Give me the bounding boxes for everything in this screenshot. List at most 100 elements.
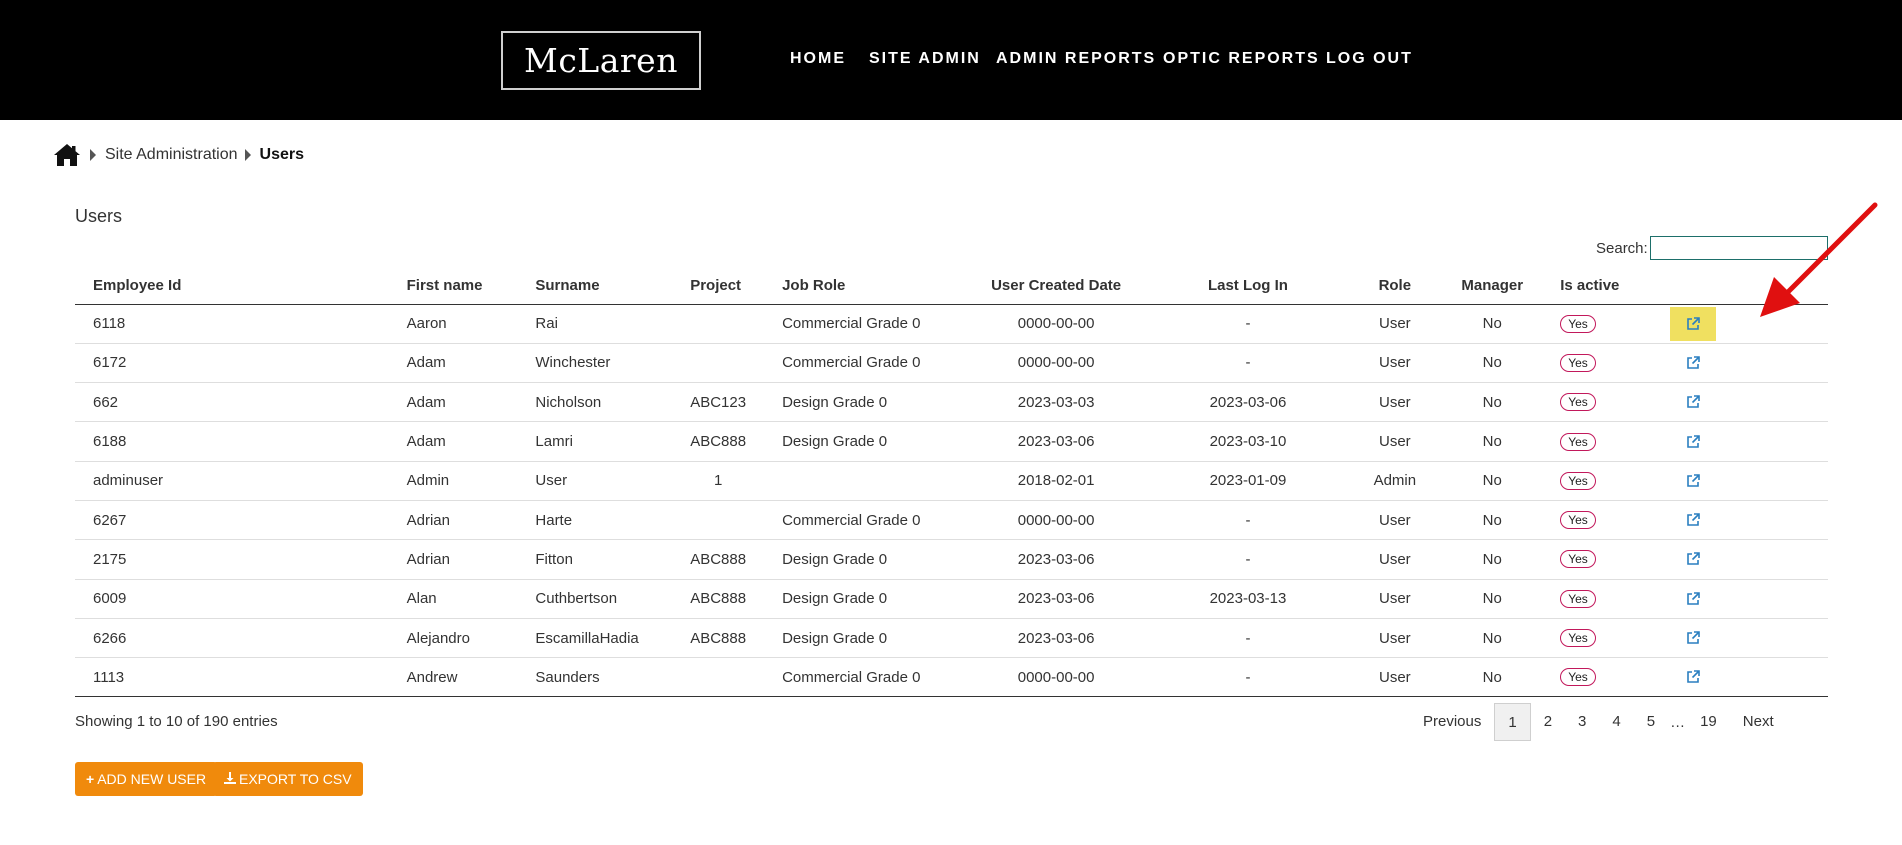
cell-manager: No bbox=[1442, 500, 1543, 541]
cell-manager: No bbox=[1442, 618, 1543, 659]
external-link-icon[interactable] bbox=[1670, 346, 1716, 380]
cell-job-role: Commercial Grade 0 bbox=[764, 657, 964, 698]
external-link-icon[interactable] bbox=[1670, 660, 1716, 694]
plus-icon: + bbox=[86, 771, 95, 787]
cell-manager: No bbox=[1442, 304, 1543, 344]
external-link-icon[interactable] bbox=[1670, 503, 1716, 537]
external-link-icon[interactable] bbox=[1670, 464, 1716, 498]
cell-job-role bbox=[764, 461, 964, 501]
table-row: 6266 Alejandro EscamillaHadia ABC888 Design … bbox=[75, 618, 1828, 659]
col-last-log-in[interactable]: Last Log In bbox=[1148, 268, 1348, 305]
cell-employee-id: 2175 bbox=[75, 539, 389, 580]
cell-project bbox=[672, 657, 765, 698]
pagination-page-4[interactable]: 4 bbox=[1599, 703, 1633, 741]
external-link-icon[interactable] bbox=[1670, 621, 1716, 655]
pagination-ellipsis: … bbox=[1670, 713, 1686, 731]
nav-optic-reports[interactable]: OPTIC REPORTS bbox=[1163, 50, 1320, 68]
export-to-csv-button[interactable]: EXPORT TO CSV bbox=[213, 762, 363, 796]
col-user-created-date[interactable]: User Created Date bbox=[963, 268, 1149, 305]
cell-role: User bbox=[1347, 657, 1443, 698]
pagination-next[interactable]: Next bbox=[1730, 703, 1787, 741]
cell-employee-id: 6188 bbox=[75, 421, 389, 462]
cell-surname: Cuthbertson bbox=[517, 579, 673, 619]
nav-site-admin[interactable]: SITE ADMIN bbox=[869, 50, 981, 68]
external-link-icon[interactable] bbox=[1670, 582, 1716, 616]
status-badge: Yes bbox=[1560, 629, 1596, 648]
cell-surname: Harte bbox=[517, 500, 673, 541]
cell-is-active: Yes bbox=[1542, 657, 1643, 698]
col-role[interactable]: Role bbox=[1347, 268, 1443, 305]
external-link-icon[interactable] bbox=[1670, 385, 1716, 419]
table-row: 662 Adam Nicholson ABC123 Design Grade 0 2023… bbox=[75, 382, 1828, 423]
cell-last-log-in: 2023-01-09 bbox=[1148, 461, 1348, 501]
cell-project bbox=[672, 304, 765, 344]
search-label: Search: bbox=[1596, 240, 1648, 257]
cell-user-created-date: 0000-00-00 bbox=[963, 657, 1149, 698]
pagination-page-1[interactable]: 1 bbox=[1494, 703, 1531, 741]
breadcrumb-separator-icon bbox=[90, 149, 96, 161]
cell-project: ABC888 bbox=[672, 618, 765, 659]
cell-employee-id: 6009 bbox=[75, 579, 389, 619]
cell-actions bbox=[1642, 500, 1828, 541]
add-new-user-button[interactable]: + ADD NEW USER bbox=[75, 762, 218, 796]
status-badge: Yes bbox=[1560, 353, 1596, 372]
cell-project: ABC888 bbox=[672, 539, 765, 580]
cell-last-log-in: - bbox=[1148, 539, 1348, 580]
cell-role: User bbox=[1347, 579, 1443, 619]
breadcrumb-current: Users bbox=[259, 146, 304, 163]
pagination-page-3[interactable]: 3 bbox=[1565, 703, 1599, 741]
col-is-active[interactable]: Is active bbox=[1542, 268, 1643, 305]
cell-is-active: Yes bbox=[1542, 343, 1643, 384]
pagination-page-5[interactable]: 5 bbox=[1634, 703, 1668, 741]
cell-employee-id: 1113 bbox=[75, 657, 389, 698]
cell-role: Admin bbox=[1347, 461, 1443, 501]
users-table-body: 6118 Aaron Rai Commercial Grade 0 0000-00-00… bbox=[75, 304, 1828, 698]
status-badge: Yes bbox=[1560, 589, 1596, 608]
table-row: 6172 Adam Winchester Commercial Grade 0 0000… bbox=[75, 343, 1828, 384]
cell-actions bbox=[1642, 421, 1828, 462]
col-job-role[interactable]: Job Role bbox=[764, 268, 964, 305]
table-row: 6009 Alan Cuthbertson ABC888 Design Grade 02… bbox=[75, 579, 1828, 619]
status-badge: Yes bbox=[1560, 668, 1596, 687]
cell-role: User bbox=[1347, 539, 1443, 580]
cell-surname: Saunders bbox=[517, 657, 673, 698]
cell-first-name: Adam bbox=[388, 421, 518, 462]
nav-admin-reports[interactable]: ADMIN REPORTS bbox=[996, 50, 1156, 68]
pagination-page-19[interactable]: 19 bbox=[1687, 703, 1730, 741]
cell-last-log-in: 2023-03-13 bbox=[1148, 579, 1348, 619]
external-link-icon[interactable] bbox=[1670, 542, 1716, 576]
cell-last-log-in: 2023-03-10 bbox=[1148, 421, 1348, 462]
cell-first-name: Adam bbox=[388, 343, 518, 384]
home-icon[interactable] bbox=[53, 141, 83, 169]
pagination-page-2[interactable]: 2 bbox=[1531, 703, 1565, 741]
col-first-name[interactable]: First name bbox=[388, 268, 518, 305]
cell-last-log-in: - bbox=[1148, 657, 1348, 698]
brand-logo[interactable]: McLaren bbox=[501, 31, 701, 90]
cell-user-created-date: 2023-03-06 bbox=[963, 618, 1149, 659]
export-to-csv-label: EXPORT TO CSV bbox=[239, 771, 352, 787]
cell-first-name: Adrian bbox=[388, 500, 518, 541]
cell-user-created-date: 0000-00-00 bbox=[963, 500, 1149, 541]
cell-first-name: Aaron bbox=[388, 304, 518, 344]
cell-actions bbox=[1642, 461, 1828, 501]
cell-project: ABC888 bbox=[672, 421, 765, 462]
cell-first-name: Admin bbox=[388, 461, 518, 501]
cell-first-name: Adam bbox=[388, 382, 518, 423]
pagination: Previous 1 2 3 4 5 … 19 Next bbox=[1410, 703, 1787, 741]
nav-home[interactable]: HOME bbox=[790, 50, 846, 68]
col-project[interactable]: Project bbox=[672, 268, 765, 305]
breadcrumb-site-administration[interactable]: Site Administration bbox=[105, 146, 238, 164]
pagination-previous[interactable]: Previous bbox=[1410, 703, 1494, 741]
nav-log-out[interactable]: LOG OUT bbox=[1326, 50, 1413, 68]
cell-employee-id: 6118 bbox=[75, 304, 389, 344]
col-employee-id[interactable]: Employee Id bbox=[75, 268, 389, 305]
cell-first-name: Adrian bbox=[388, 539, 518, 580]
cell-last-log-in: - bbox=[1148, 304, 1348, 344]
status-badge: Yes bbox=[1560, 550, 1596, 569]
external-link-icon[interactable] bbox=[1670, 425, 1716, 459]
col-manager[interactable]: Manager bbox=[1442, 268, 1543, 305]
col-surname[interactable]: Surname bbox=[517, 268, 673, 305]
external-link-icon[interactable] bbox=[1670, 306, 1717, 341]
cell-manager: No bbox=[1442, 461, 1543, 501]
cell-actions bbox=[1642, 343, 1828, 384]
